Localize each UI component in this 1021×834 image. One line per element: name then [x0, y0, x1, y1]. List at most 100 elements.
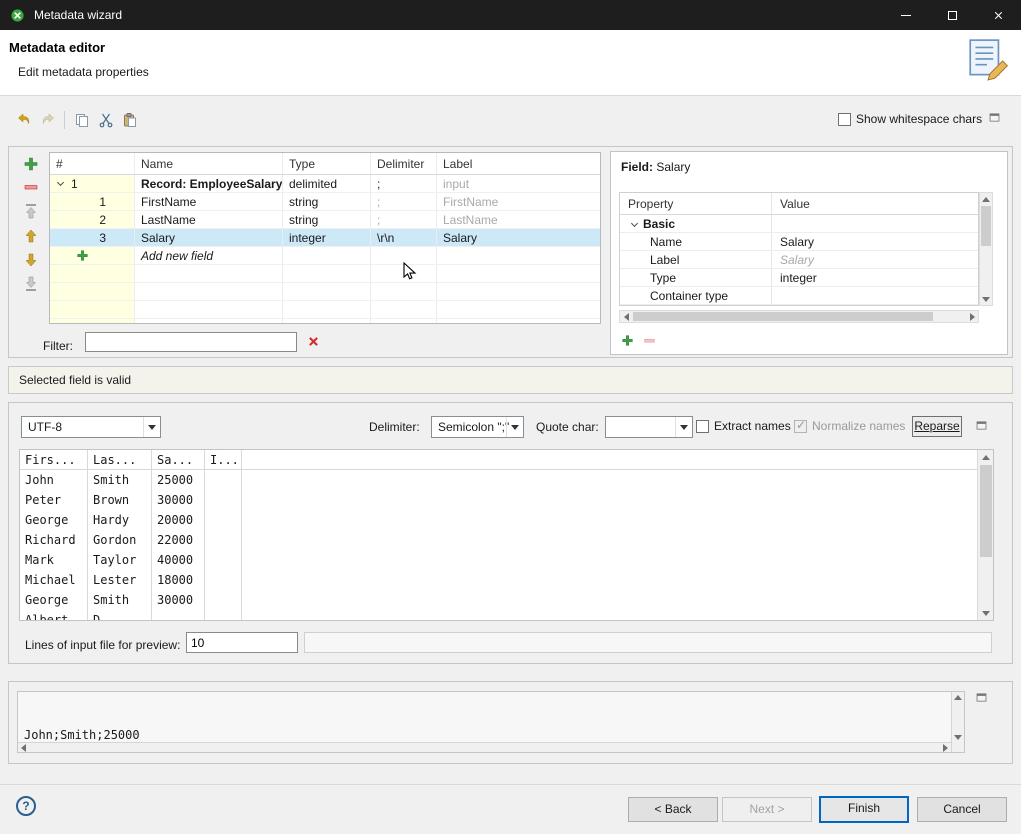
metadata-editor-group: # Name Type Delimiter Label 1 Record: Em…	[8, 146, 1013, 358]
scroll-right-arrow[interactable]	[940, 743, 951, 752]
scroll-right-arrow[interactable]	[966, 311, 978, 322]
property-value[interactable]: Salary	[772, 251, 978, 268]
scroll-left-arrow[interactable]	[620, 311, 632, 322]
collapse-chevron-icon[interactable]	[57, 179, 64, 186]
property-row[interactable]: Container type	[620, 287, 978, 305]
field-type-cell: string	[283, 211, 371, 228]
delimiter-value: Semicolon ";"	[438, 417, 509, 437]
field-row[interactable]: 2 LastName string ; LastName	[50, 211, 600, 229]
property-value[interactable]	[772, 287, 978, 304]
move-bottom-icon[interactable]	[23, 276, 39, 292]
scroll-up-arrow[interactable]	[978, 450, 993, 464]
property-group-row[interactable]: Basic	[620, 215, 978, 233]
filter-input[interactable]	[85, 332, 297, 352]
fields-table-header: # Name Type Delimiter Label	[50, 153, 600, 175]
column-header-property: Property	[620, 193, 772, 214]
field-property-panel: Field: Salary Property Value Basic Name …	[610, 151, 1008, 355]
delimiter-select[interactable]: Semicolon ";"	[431, 416, 524, 438]
field-row-selected[interactable]: 3 Salary integer \r\n Salary	[50, 229, 600, 247]
field-delimiter-cell: ;	[371, 211, 437, 228]
preview-row: MarkTaylor40000	[20, 550, 977, 570]
raw-preview-textarea[interactable]: John;Smith;25000 Peter;Brown;30000 Georg…	[17, 691, 965, 753]
scroll-left-arrow[interactable]	[18, 743, 29, 752]
redo-icon[interactable]	[40, 112, 56, 128]
toolbar-separator	[64, 111, 65, 129]
remove-field-icon[interactable]	[23, 179, 39, 195]
encoding-value: UTF-8	[28, 417, 62, 437]
move-up-icon[interactable]	[23, 228, 39, 244]
raw-vertical-scrollbar[interactable]	[951, 692, 964, 752]
add-property-icon[interactable]	[621, 334, 634, 347]
move-down-icon[interactable]	[23, 252, 39, 268]
scrollbar-thumb[interactable]	[981, 206, 991, 246]
copy-icon[interactable]	[74, 112, 90, 128]
move-top-icon[interactable]	[23, 203, 39, 219]
back-button[interactable]: < Back	[628, 797, 718, 822]
show-whitespace-checkbox[interactable]: Show whitespace chars	[838, 112, 982, 126]
property-row[interactable]: Label Salary	[620, 251, 978, 269]
raw-horizontal-scrollbar[interactable]	[18, 742, 951, 752]
property-horizontal-scrollbar[interactable]	[619, 310, 979, 323]
scrollbar-thumb[interactable]	[980, 465, 992, 557]
checkbox-box-checked-disabled	[794, 420, 807, 433]
close-button[interactable]	[975, 0, 1021, 30]
extract-names-checkbox[interactable]: Extract names	[696, 419, 791, 433]
checkbox-box[interactable]	[838, 113, 851, 126]
field-type-cell: string	[283, 193, 371, 210]
reparse-button[interactable]: Reparse	[912, 416, 962, 437]
maximize-pane-icon[interactable]	[975, 691, 988, 704]
property-vertical-scrollbar[interactable]	[979, 192, 993, 306]
quote-char-label: Quote char:	[536, 420, 599, 434]
add-field-label-cell: Add new field	[135, 247, 283, 264]
property-value[interactable]: Salary	[772, 233, 978, 250]
finish-button[interactable]: Finish	[819, 796, 909, 823]
record-delimiter-cell: ;	[371, 175, 437, 192]
empty-row	[50, 319, 600, 324]
title-bar: Metadata wizard	[0, 0, 1021, 30]
scroll-up-arrow[interactable]	[952, 692, 964, 703]
cut-icon[interactable]	[98, 112, 114, 128]
lines-of-preview-input[interactable]	[186, 632, 298, 653]
preview-vertical-scrollbar[interactable]	[977, 450, 993, 620]
chevron-down-icon	[675, 417, 692, 437]
field-panel-title: Field: Salary	[621, 160, 690, 174]
undo-icon[interactable]	[16, 112, 32, 128]
scroll-up-arrow[interactable]	[980, 193, 992, 205]
maximize-button[interactable]	[929, 0, 975, 30]
minimize-pane-icon[interactable]	[988, 111, 1001, 124]
field-row[interactable]: 1 FirstName string ; FirstName	[50, 193, 600, 211]
scrollbar-thumb[interactable]	[633, 312, 933, 321]
maximize-pane-icon[interactable]	[975, 419, 988, 432]
property-name: Name	[620, 233, 772, 250]
scroll-down-arrow[interactable]	[978, 606, 993, 620]
cancel-button[interactable]: Cancel	[917, 797, 1007, 822]
add-field-icon[interactable]	[23, 156, 39, 172]
group-chevron-icon[interactable]	[631, 220, 638, 227]
empty-row	[50, 301, 600, 319]
property-row[interactable]: Name Salary	[620, 233, 978, 251]
wizard-footer: ? < Back Next > Finish Cancel	[0, 784, 1021, 834]
close-icon	[992, 9, 1005, 22]
scroll-down-arrow[interactable]	[952, 732, 964, 743]
field-name-cell: FirstName	[135, 193, 283, 210]
checkbox-box[interactable]	[696, 420, 709, 433]
paste-icon[interactable]	[122, 112, 138, 128]
property-value[interactable]: integer	[772, 269, 978, 286]
minimize-button[interactable]	[883, 0, 929, 30]
add-field-row-icon[interactable]	[76, 249, 89, 262]
preview-data-grid: Firs... Las... Sa... I... JohnSmith25000…	[19, 449, 994, 621]
chevron-down-icon	[506, 417, 523, 437]
help-button[interactable]: ?	[16, 796, 36, 816]
filter-label: Filter:	[43, 336, 73, 356]
field-type-cell: integer	[283, 229, 371, 246]
add-field-row[interactable]: Add new field	[50, 247, 600, 265]
wizard-banner-icon	[965, 37, 1011, 83]
clear-filter-icon[interactable]	[307, 335, 320, 348]
record-row[interactable]: 1 Record: EmployeeSalary delimited ; inp…	[50, 175, 600, 193]
preview-column-header: Sa...	[152, 450, 205, 469]
encoding-select[interactable]: UTF-8	[21, 416, 161, 438]
remove-property-icon[interactable]	[643, 334, 656, 347]
scroll-down-arrow[interactable]	[980, 293, 992, 305]
property-row[interactable]: Type integer	[620, 269, 978, 287]
quote-char-select[interactable]	[605, 416, 693, 438]
